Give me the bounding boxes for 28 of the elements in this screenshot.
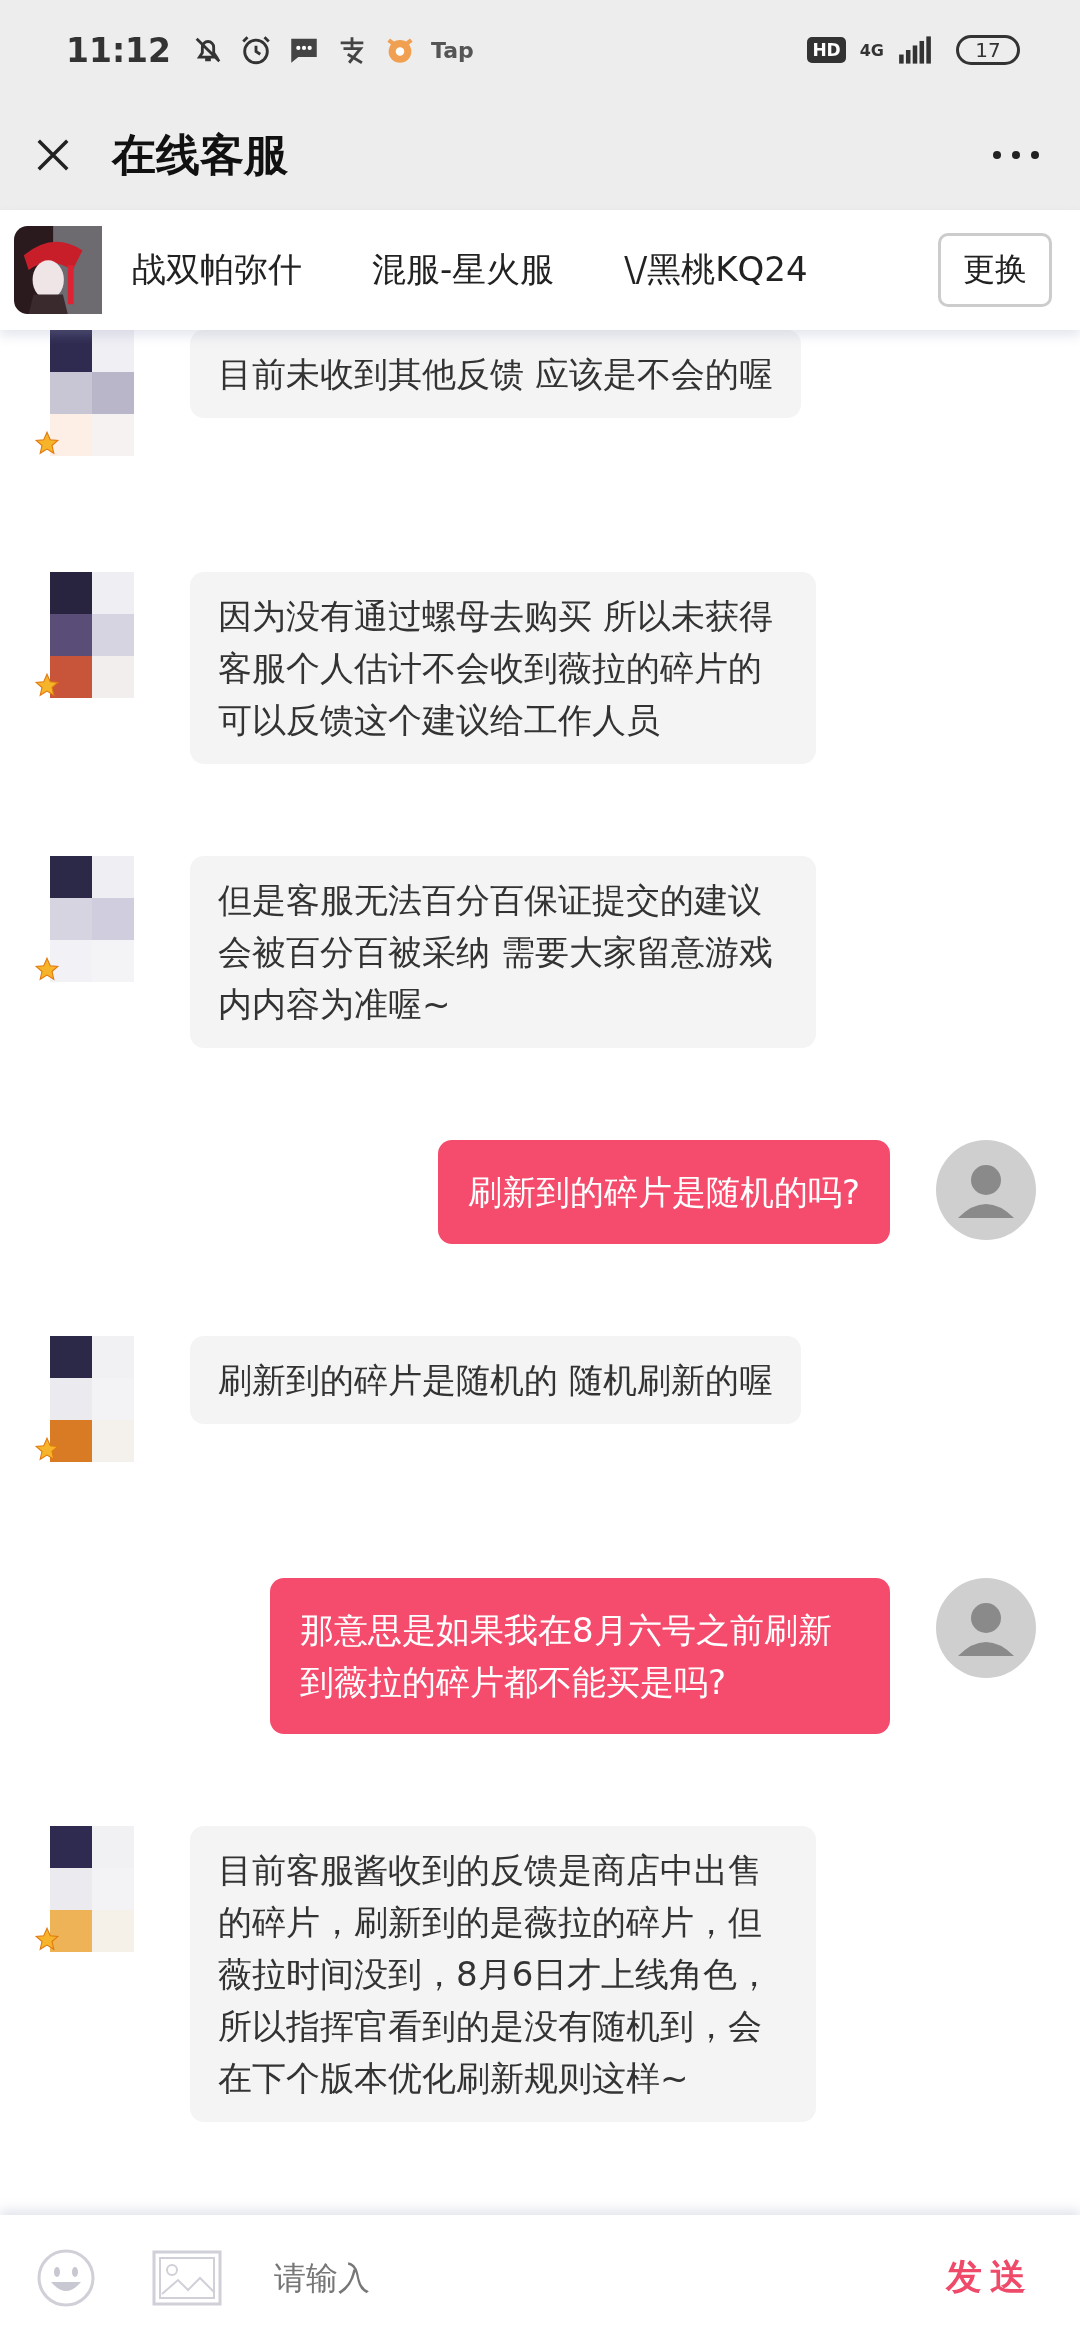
game-name: 战双帕弥什 <box>132 248 302 291</box>
role-name: \/黑桃KQ24 <box>624 248 808 291</box>
battery-level: 17 <box>956 35 1020 65</box>
agent-message: 目前客服酱收到的反馈是商店中出售的碎片，刷新到的是薇拉的碎片，但薇拉时间没到，8月6日才上线角色，所以指挥官看到的是没有随机到，会在下个版本优化刷新规则这样~ <box>190 1826 816 2122</box>
user-message: 那意思是如果我在8月六号之前刷新到薇拉的碎片都不能买是吗? <box>270 1578 890 1734</box>
agent-message: 因为没有通过螺母去购买 所以未获得客服个人估计不会收到薇拉的碎片的可以反馈这个建议给工作人员 <box>190 572 816 764</box>
app-label: Tap <box>431 37 474 63</box>
star-icon <box>34 956 60 982</box>
agent-message: 目前未收到其他反馈 应该是不会的喔 <box>190 330 801 418</box>
server-name: 混服-星火服 <box>372 248 555 291</box>
user-message: 刷新到的碎片是随机的吗? <box>437 1140 890 1244</box>
page-title: 在线客服 <box>112 127 288 182</box>
clock: 11:12 <box>66 30 172 70</box>
send-button[interactable]: 发送 <box>940 2252 1040 2303</box>
more-icon[interactable] <box>992 150 1040 160</box>
change-button[interactable]: 更换 <box>938 233 1052 307</box>
agent-message: 但是客服无法百分百保证提交的建议会被百分百被采纳 需要大家留意游戏内内容为准喔~ <box>190 856 816 1048</box>
signal-icon <box>898 36 932 64</box>
star-icon <box>34 1926 60 1952</box>
avatar-icon <box>936 1578 1036 1678</box>
hd-badge: HD <box>807 37 846 63</box>
network-type: 4G <box>859 40 884 60</box>
star-icon <box>34 430 60 456</box>
agent-message: 刷新到的碎片是随机的 随机刷新的喔 <box>190 1336 801 1424</box>
avatar-icon <box>936 1140 1036 1240</box>
star-icon <box>34 672 60 698</box>
message-input-field[interactable]: 请输入 <box>272 2257 940 2298</box>
star-icon <box>34 1436 60 1462</box>
